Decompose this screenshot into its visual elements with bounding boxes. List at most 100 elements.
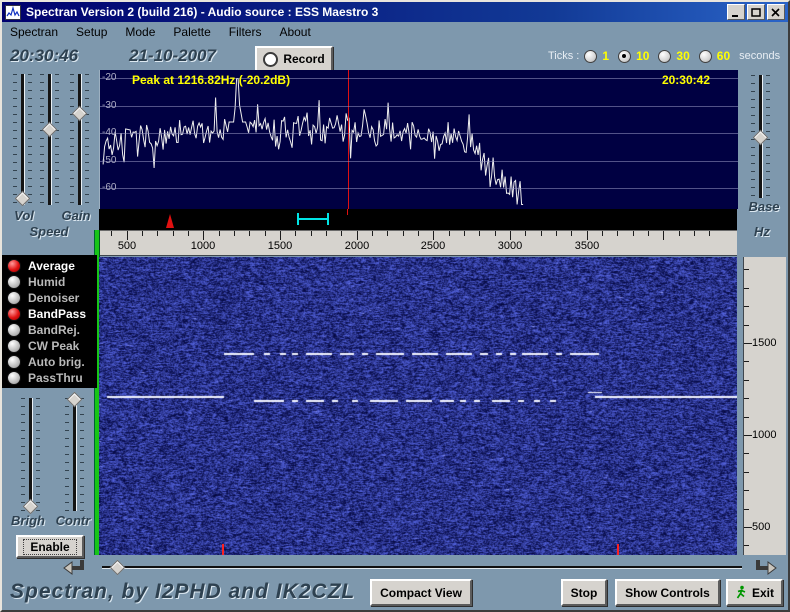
scale-tick [744, 453, 749, 454]
filter-led-icon[interactable] [7, 339, 21, 353]
filter-led-icon[interactable] [7, 323, 21, 337]
gain-slider-label: Gain [58, 208, 94, 223]
ruler-tick [449, 231, 450, 236]
filter-row-average[interactable]: Average [2, 258, 97, 274]
menu-item-filters[interactable]: Filters [229, 25, 262, 39]
maximize-button[interactable] [747, 4, 765, 20]
db-axis-label: -40 [102, 127, 130, 138]
db-gridline [100, 188, 738, 189]
ruler-tick [127, 231, 128, 240]
menu-item-mode[interactable]: Mode [125, 25, 155, 39]
gain-slider-track[interactable] [78, 74, 82, 205]
filter-row-humid[interactable]: Humid [2, 274, 97, 290]
exit-runner-icon [735, 585, 747, 600]
ruler-tick [464, 231, 465, 236]
scroll-right-arrow-icon[interactable] [752, 558, 778, 578]
filter-row-cwpeak[interactable]: CW Peak [2, 338, 97, 354]
db-axis-label: -20 [102, 72, 130, 83]
spectrum-timestamp: 20:30:42 [662, 73, 710, 87]
ruler-label-500: 500 [109, 240, 145, 252]
filter-label: Average [28, 259, 75, 273]
scale-tick [744, 509, 749, 510]
ruler-tick [510, 231, 511, 240]
filter-panel: AverageHumidDenoiserBandPassBandRej.CW P… [2, 255, 97, 388]
brigh-slider-track[interactable] [29, 398, 33, 511]
hz-unit-label: Hz [742, 224, 782, 239]
scale-tick [744, 417, 749, 418]
ruler-tick [556, 231, 557, 236]
menu-item-palette[interactable]: Palette [173, 25, 210, 39]
show-controls-button[interactable]: Show Controls [615, 579, 720, 606]
scale-tick [744, 306, 749, 307]
contr-slider-label: Contr [52, 513, 94, 528]
filter-led-icon[interactable] [7, 291, 21, 305]
scroll-left-arrow-icon[interactable] [62, 558, 88, 578]
ticks-radio-30[interactable] [658, 50, 671, 63]
ticks-value-10: 10 [636, 49, 649, 63]
menu-item-setup[interactable]: Setup [76, 25, 107, 39]
contr-slider-ticks [65, 398, 69, 511]
marker-strip[interactable] [99, 209, 737, 230]
ruler-tick [111, 231, 112, 236]
close-button[interactable] [767, 4, 785, 20]
stop-button[interactable]: Stop [561, 579, 607, 606]
vol-slider-track[interactable] [21, 74, 25, 205]
filter-label: Denoiser [28, 291, 79, 305]
scale-tick [744, 435, 752, 436]
menu-item-about[interactable]: About [279, 25, 310, 39]
ruler-tick [617, 231, 618, 236]
filter-led-icon[interactable] [7, 371, 21, 385]
ruler-tick [679, 231, 680, 236]
waterfall-scroll-thumb[interactable] [109, 560, 125, 576]
bandpass-bracket-icon[interactable] [297, 213, 329, 225]
filter-led-icon[interactable] [7, 355, 21, 369]
ruler-tick [403, 231, 404, 236]
db-axis-label: -60 [102, 182, 130, 193]
contr-slider-track[interactable] [73, 398, 77, 511]
ticks-radio-1[interactable] [584, 50, 597, 63]
brigh-slider-label: Brigh [8, 513, 48, 528]
filter-row-autobrig[interactable]: Auto brig. [2, 354, 97, 370]
spectrum-display[interactable]: -20-30-40-50-60Peak at 1216.82Hz (-20.2d… [99, 70, 738, 209]
ticks-radio-60[interactable] [699, 50, 712, 63]
brigh-slider-ticks [21, 398, 25, 511]
ticks-interval-group: Ticks : 1103060seconds [548, 48, 788, 64]
exit-button[interactable]: Exit [726, 579, 783, 606]
ruler-tick [188, 231, 189, 236]
speed-slider-ticks [55, 74, 59, 205]
ruler-tick [418, 231, 419, 236]
filter-row-bandrej[interactable]: BandRej. [2, 322, 97, 338]
speed-slider-track[interactable] [48, 74, 52, 205]
filter-led-icon[interactable] [7, 259, 21, 273]
ruler-tick [571, 231, 572, 236]
compact-view-button[interactable]: Compact View [370, 579, 472, 606]
filter-row-denoiser[interactable]: Denoiser [2, 290, 97, 306]
spectran-window: Spectran Version 2 (build 216) - Audio s… [0, 0, 790, 612]
ticks-value-60: 60 [717, 49, 730, 63]
waterfall-display[interactable] [99, 257, 737, 555]
filter-label: Auto brig. [28, 355, 85, 369]
scale-tick [744, 380, 749, 381]
scale-tick [744, 269, 749, 270]
db-gridline [100, 106, 738, 107]
ruler-tick [341, 231, 342, 236]
tune-marker-icon[interactable] [166, 214, 174, 228]
filter-row-passthru[interactable]: PassThru [2, 370, 97, 386]
record-button[interactable]: Record [255, 46, 333, 72]
ticks-radio-10[interactable] [618, 50, 631, 63]
filter-row-bandpass[interactable]: BandPass [2, 306, 97, 322]
ruler-tick [280, 231, 281, 240]
ruler-tick [219, 231, 220, 236]
filter-led-icon[interactable] [7, 275, 21, 289]
speed-slider-ticks [40, 74, 44, 205]
scale-label-1500: 1500 [752, 337, 784, 349]
menu-item-spectran[interactable]: Spectran [10, 25, 58, 39]
minimize-button[interactable] [727, 4, 745, 20]
enable-button[interactable]: Enable [16, 535, 84, 558]
ruler-tick [311, 231, 312, 236]
scale-tick [744, 288, 749, 289]
waterfall-scroll-track[interactable] [102, 566, 742, 569]
filter-led-icon[interactable] [7, 307, 21, 321]
ruler-label-3500: 3500 [569, 240, 605, 252]
vol-slider-label: Vol [10, 208, 38, 223]
